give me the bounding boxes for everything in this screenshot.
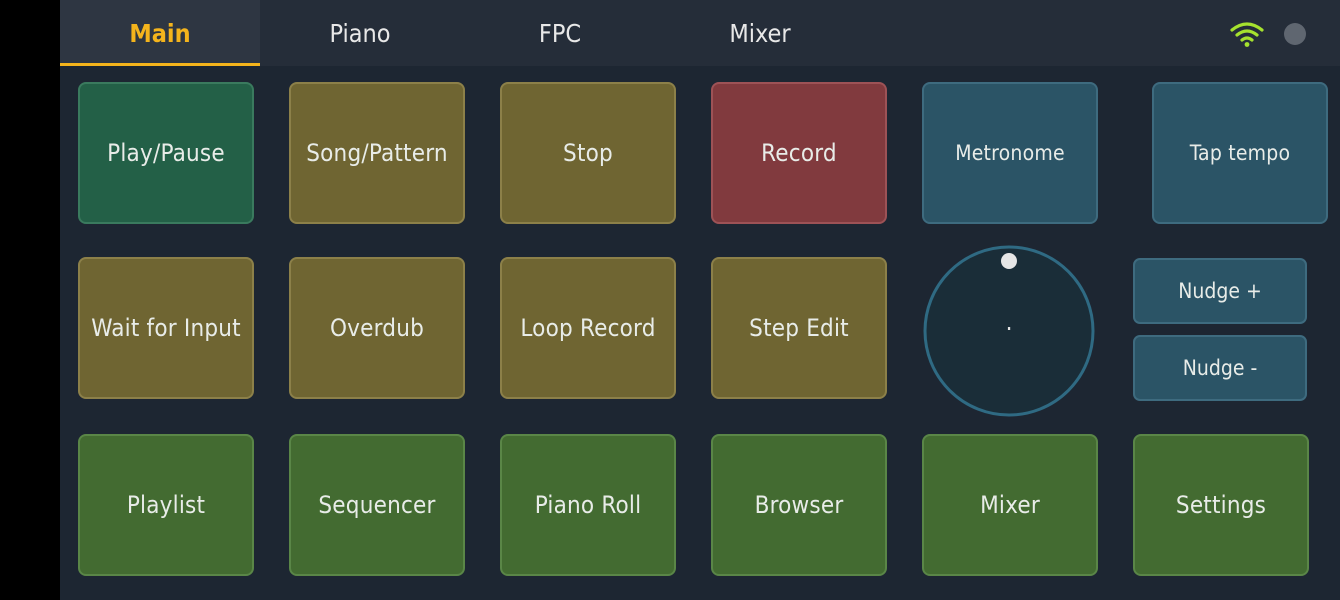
record-button[interactable]: Record bbox=[711, 82, 887, 224]
wifi-icon bbox=[1230, 22, 1264, 47]
song-pattern-button[interactable]: Song/Pattern bbox=[289, 82, 465, 224]
app-root: Main Piano FPC Mixer Play/Pause Song/Pat… bbox=[60, 0, 1340, 600]
piano-roll-button[interactable]: Piano Roll bbox=[500, 434, 676, 576]
stop-button[interactable]: Stop bbox=[500, 82, 676, 224]
nudge-plus-button[interactable]: Nudge + bbox=[1133, 258, 1307, 324]
tap-tempo-button[interactable]: Tap tempo bbox=[1152, 82, 1328, 224]
tab-fpc[interactable]: FPC bbox=[460, 0, 660, 66]
tab-mixer[interactable]: Mixer bbox=[660, 0, 860, 66]
wait-for-input-button[interactable]: Wait for Input bbox=[78, 257, 254, 399]
nudge-minus-button[interactable]: Nudge - bbox=[1133, 335, 1307, 401]
play-pause-button[interactable]: Play/Pause bbox=[78, 82, 254, 224]
tab-piano[interactable]: Piano bbox=[260, 0, 460, 66]
tab-bar: Main Piano FPC Mixer bbox=[60, 0, 1340, 66]
step-edit-button[interactable]: Step Edit bbox=[711, 257, 887, 399]
connection-indicator-icon[interactable] bbox=[1284, 23, 1306, 45]
tab-main[interactable]: Main bbox=[60, 0, 260, 66]
settings-button[interactable]: Settings bbox=[1133, 434, 1309, 576]
jog-wheel[interactable]: · bbox=[922, 244, 1096, 418]
metronome-button[interactable]: Metronome bbox=[922, 82, 1098, 224]
browser-button[interactable]: Browser bbox=[711, 434, 887, 576]
sequencer-button[interactable]: Sequencer bbox=[289, 434, 465, 576]
playlist-button[interactable]: Playlist bbox=[78, 434, 254, 576]
jog-wheel-center-mark: · bbox=[1005, 315, 1013, 343]
loop-record-button[interactable]: Loop Record bbox=[500, 257, 676, 399]
mixer-button[interactable]: Mixer bbox=[922, 434, 1098, 576]
overdub-button[interactable]: Overdub bbox=[289, 257, 465, 399]
